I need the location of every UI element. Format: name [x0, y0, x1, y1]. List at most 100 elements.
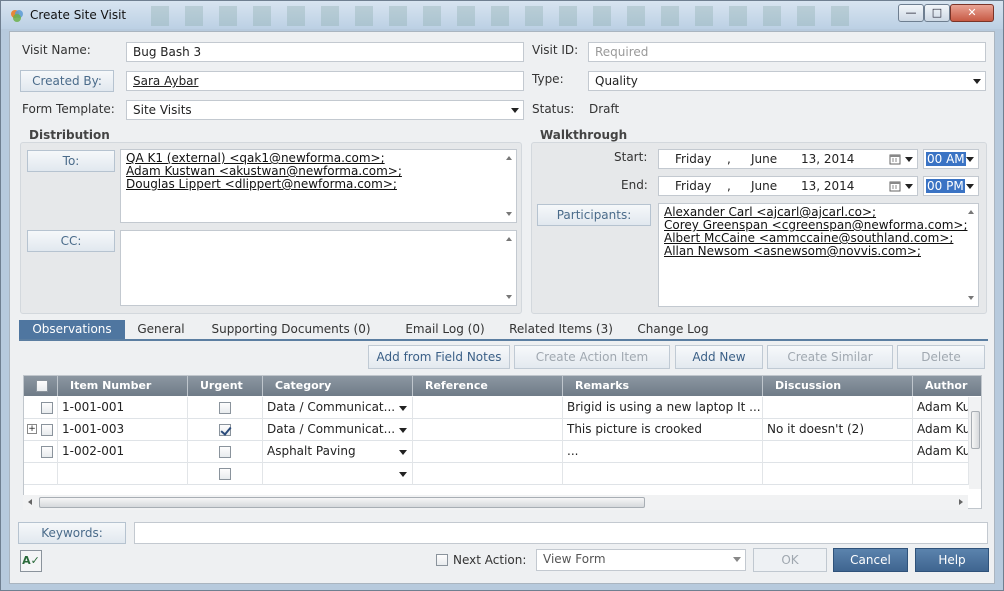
urgent-checkbox[interactable]: [219, 424, 231, 436]
tab-related-items[interactable]: Related Items (3): [505, 320, 617, 339]
keywords-input[interactable]: [134, 522, 988, 544]
next-action-checkbox[interactable]: [436, 554, 448, 566]
tab-email-log[interactable]: Email Log (0): [395, 320, 495, 339]
cc-scrollbar[interactable]: [502, 231, 516, 305]
tab-observations[interactable]: Observations: [19, 320, 125, 339]
row-checkbox[interactable]: [41, 402, 53, 414]
visit-id-input[interactable]: Required: [588, 42, 986, 62]
col-category[interactable]: Category: [263, 376, 413, 396]
discussion-cell[interactable]: No it doesn't (2): [763, 419, 913, 441]
table-row[interactable]: + 1-001-003 Data / Communicat... This pi…: [24, 419, 969, 441]
scroll-left-icon[interactable]: [28, 499, 32, 505]
discussion-cell[interactable]: [763, 463, 913, 485]
col-discussion[interactable]: Discussion: [763, 376, 913, 396]
discussion-cell[interactable]: [763, 397, 913, 419]
calendar-icon[interactable]: [889, 153, 901, 165]
scroll-up-icon[interactable]: [506, 156, 512, 160]
scroll-up-icon[interactable]: [506, 237, 512, 241]
to-recipients-field[interactable]: QA K1 (external) <qak1@newforma.com>; Ad…: [120, 149, 517, 223]
category-cell[interactable]: [263, 463, 413, 485]
remarks-cell[interactable]: This picture is crooked: [563, 419, 763, 441]
chevron-down-icon[interactable]: [399, 450, 407, 455]
expand-icon[interactable]: +: [27, 424, 37, 434]
to-button[interactable]: To:: [27, 150, 115, 172]
visit-name-input[interactable]: Bug Bash 3: [126, 42, 524, 62]
scroll-right-icon[interactable]: [959, 499, 963, 505]
spellcheck-icon[interactable]: A✓: [20, 550, 42, 572]
remarks-cell[interactable]: ...: [563, 441, 763, 463]
col-remarks[interactable]: Remarks: [563, 376, 763, 396]
col-author[interactable]: Author: [913, 376, 981, 396]
category-cell[interactable]: Data / Communicat...: [263, 419, 413, 441]
new-row[interactable]: [24, 463, 969, 485]
scroll-thumb[interactable]: [971, 411, 980, 449]
grid-vertical-scrollbar[interactable]: [969, 397, 981, 489]
author-cell[interactable]: Adam Ku: [913, 441, 969, 463]
start-time-select[interactable]: 00 AM: [923, 149, 979, 169]
chevron-down-icon[interactable]: [905, 157, 913, 162]
form-template-select[interactable]: Site Visits: [126, 100, 524, 120]
chevron-down-icon[interactable]: [905, 184, 913, 189]
row-checkbox[interactable]: [41, 424, 53, 436]
create-similar-button[interactable]: Create Similar: [767, 345, 893, 369]
start-date-picker[interactable]: Friday , June 13, 2014: [658, 149, 918, 169]
col-item-number[interactable]: Item Number: [58, 376, 188, 396]
chevron-down-icon[interactable]: [399, 406, 407, 411]
participant[interactable]: Allan Newsom <asnewsom@novvis.com>;: [664, 245, 973, 258]
type-select[interactable]: Quality: [588, 71, 986, 91]
create-action-item-button[interactable]: Create Action Item: [514, 345, 670, 369]
urgent-checkbox[interactable]: [219, 468, 231, 480]
keywords-button[interactable]: Keywords:: [18, 522, 126, 544]
minimize-button[interactable]: —: [898, 4, 924, 22]
tab-supporting-documents[interactable]: Supporting Documents (0): [207, 320, 375, 339]
remarks-cell[interactable]: [563, 463, 763, 485]
cc-recipients-field[interactable]: [120, 230, 517, 306]
category-cell[interactable]: Data / Communicat...: [263, 397, 413, 419]
author-cell[interactable]: Adam Ku: [913, 397, 969, 419]
next-action-select[interactable]: View Form: [536, 549, 746, 571]
category-cell[interactable]: Asphalt Paving: [263, 441, 413, 463]
calendar-icon[interactable]: [889, 180, 901, 192]
participants-field[interactable]: Alexander Carl <ajcarl@ajcarl.co>; Corey…: [658, 203, 979, 307]
item-number-cell[interactable]: 1-001-003: [58, 419, 188, 441]
recipient[interactable]: Douglas Lippert <dlippert@newforma.com>;: [126, 178, 511, 191]
row-checkbox[interactable]: [41, 446, 53, 458]
grid-horizontal-scrollbar[interactable]: [23, 495, 968, 510]
table-row[interactable]: 1-002-001 Asphalt Paving ... Adam Ku: [24, 441, 969, 463]
ok-button[interactable]: OK: [753, 548, 827, 572]
col-reference[interactable]: Reference: [413, 376, 563, 396]
cc-button[interactable]: CC:: [27, 230, 115, 252]
title-bar[interactable]: Create Site Visit — □ ✕: [1, 1, 1003, 29]
help-button[interactable]: Help: [915, 548, 989, 572]
scroll-up-icon[interactable]: [968, 210, 974, 214]
close-button[interactable]: ✕: [950, 4, 994, 22]
scroll-thumb[interactable]: [39, 497, 645, 508]
remarks-cell[interactable]: Brigid is using a new laptop It ...: [563, 397, 763, 419]
created-by-input[interactable]: Sara Aybar: [126, 71, 524, 91]
author-cell[interactable]: Adam Ku: [913, 419, 969, 441]
author-cell[interactable]: [913, 463, 969, 485]
delete-button[interactable]: Delete: [897, 345, 985, 369]
end-date-picker[interactable]: Friday , June 13, 2014: [658, 176, 918, 196]
to-scrollbar[interactable]: [502, 150, 516, 222]
urgent-checkbox[interactable]: [219, 446, 231, 458]
item-number-cell[interactable]: 1-002-001: [58, 441, 188, 463]
chevron-down-icon[interactable]: [399, 472, 407, 477]
urgent-checkbox[interactable]: [219, 402, 231, 414]
reference-cell[interactable]: [413, 419, 563, 441]
chevron-down-icon[interactable]: [399, 428, 407, 433]
select-all-checkbox[interactable]: [36, 380, 48, 392]
reference-cell[interactable]: [413, 463, 563, 485]
add-new-button[interactable]: Add New: [675, 345, 763, 369]
scroll-down-icon[interactable]: [506, 212, 512, 216]
participants-button[interactable]: Participants:: [537, 204, 651, 226]
add-from-field-notes-button[interactable]: Add from Field Notes: [368, 345, 510, 369]
tab-change-log[interactable]: Change Log: [633, 320, 713, 339]
col-urgent[interactable]: Urgent: [188, 376, 263, 396]
table-row[interactable]: 1-001-001 Data / Communicat... Brigid is…: [24, 397, 969, 419]
tab-general[interactable]: General: [131, 320, 191, 339]
scroll-down-icon[interactable]: [968, 296, 974, 300]
reference-cell[interactable]: [413, 397, 563, 419]
item-number-cell[interactable]: 1-001-001: [58, 397, 188, 419]
scroll-down-icon[interactable]: [506, 295, 512, 299]
